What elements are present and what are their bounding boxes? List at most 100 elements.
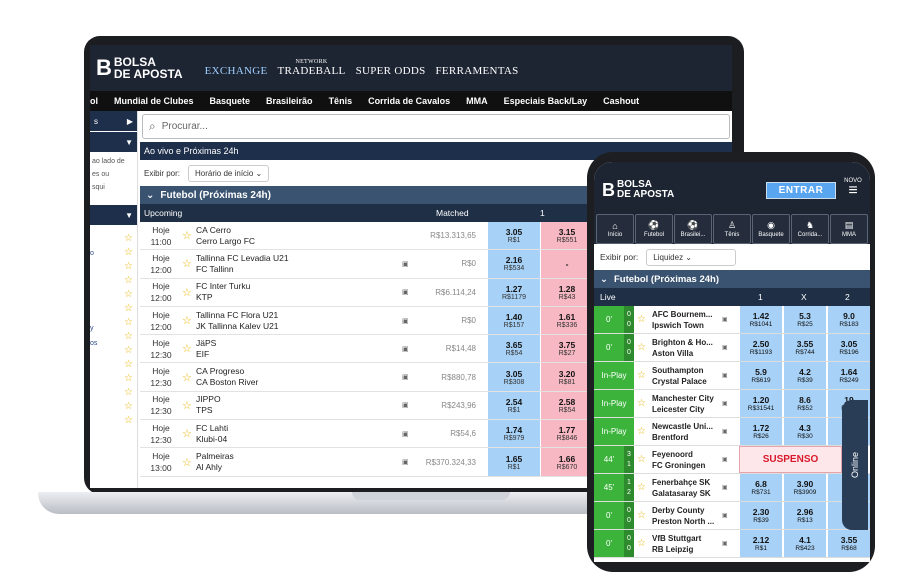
star-icon[interactable]: ☆ [182, 257, 196, 270]
match-teams[interactable]: Feyenoord FC Groningen [652, 449, 705, 471]
match-teams[interactable]: VfB Stuttgart RB Leipzig [652, 533, 701, 555]
star-icon[interactable]: ☆ [124, 331, 133, 343]
star-icon[interactable]: ☆ [182, 427, 196, 440]
star-icon[interactable]: ☆ [182, 342, 196, 355]
lay-odd[interactable]: 3.20 R$81 [541, 363, 593, 391]
lay-odd[interactable]: 1.61 R$336 [541, 306, 593, 335]
category-item[interactable]: ol [90, 96, 98, 106]
sidebar-link[interactable] [90, 276, 97, 291]
star-icon[interactable]: ☆ [124, 289, 133, 301]
sidebar-bar-1[interactable]: s ▶ [90, 111, 137, 131]
sidebar-link[interactable]: os [90, 336, 97, 351]
star-icon[interactable]: ☆ [637, 454, 646, 465]
star-icon[interactable]: ☆ [124, 373, 133, 385]
back-odd[interactable]: 6.8 R$731 [739, 474, 782, 501]
online-chat-button[interactable]: Online [842, 400, 868, 530]
match-teams[interactable]: CA Progreso CA Boston River [196, 366, 396, 388]
star-icon[interactable]: ☆ [637, 426, 646, 437]
category-item[interactable]: Basquete [210, 96, 251, 106]
star-icon[interactable]: ☆ [182, 399, 196, 412]
match-teams[interactable]: Manchester City Leicester City [652, 393, 714, 415]
back-odd[interactable]: 2.54 R$1 [488, 391, 540, 420]
nav-exchange[interactable]: EXCHANGE [205, 65, 268, 77]
star-icon[interactable]: ☆ [182, 456, 196, 469]
table-row[interactable]: 0' 0 0 ☆ AFC Bournem... Ipswich Town ▣ 1.42 R$10… [594, 306, 870, 334]
match-teams[interactable]: Tallinna FC Levadia U21 FC Tallinn [196, 253, 396, 275]
sport-tab[interactable]: ⚽ Futebol [635, 214, 673, 244]
back-odd[interactable]: 2.96 R$13 [783, 502, 826, 529]
back-odd[interactable]: 1.64 R$249 [827, 362, 870, 389]
match-teams[interactable]: Tallinna FC Flora U21 JK Tallinna Kalev U… [196, 310, 396, 332]
sidebar-link[interactable] [90, 306, 97, 321]
star-icon[interactable]: ☆ [124, 247, 133, 259]
table-row[interactable]: 44'31☆FeyenoordFC Groningen▣1.16SUSPENSO [594, 446, 870, 474]
category-item[interactable]: Corrida de Cavalos [368, 96, 450, 106]
back-odd[interactable]: 5.9 R$619 [739, 362, 782, 389]
sport-tab[interactable]: ◉ Basquete [752, 214, 790, 244]
back-odd[interactable]: 2.30 R$39 [739, 502, 782, 529]
back-odd[interactable]: 3.05 R$196 [827, 334, 870, 361]
nav-superodds[interactable]: SUPER ODDS [356, 65, 426, 77]
sidebar-link[interactable]: y [90, 321, 97, 336]
back-odd[interactable]: 1.72 R$26 [739, 418, 782, 445]
match-teams[interactable]: JäPS EIF [196, 338, 396, 360]
star-icon[interactable]: ☆ [182, 229, 196, 242]
star-icon[interactable]: ☆ [124, 303, 133, 315]
back-odd[interactable]: 2.16 R$534 [488, 250, 540, 278]
nav-tradeball[interactable]: NETWORK TRADEBALL [277, 59, 345, 77]
category-item[interactable]: Especiais Back/Lay [504, 96, 588, 106]
table-row[interactable]: 0' 0 0 ☆ Derby County Preston North ... ▣ 2.30 R… [594, 502, 870, 530]
star-icon[interactable]: ☆ [637, 370, 646, 381]
sidebar-bar-2[interactable]: ▼ [90, 132, 137, 152]
category-item[interactable]: Cashout [603, 96, 639, 106]
back-odd[interactable]: 3.05 R$1 [488, 222, 540, 250]
table-row[interactable]: In-Play ☆ Newcastle Uni... Brentford ▣ 1.72 R$… [594, 418, 870, 446]
back-odd[interactable]: 8.6 R$52 [783, 390, 826, 417]
sidebar-link[interactable] [90, 291, 97, 306]
match-teams[interactable]: JIPPO TPS [196, 394, 396, 416]
sport-tab[interactable]: ▤ MMA [830, 214, 868, 244]
star-icon[interactable]: ☆ [124, 275, 133, 287]
match-teams[interactable]: CA Cerro Cerro Largo FC [196, 225, 396, 247]
back-odd[interactable]: 3.90 R$3909 [783, 474, 826, 501]
back-odd[interactable]: 1.27 R$1179 [488, 278, 540, 306]
search-input[interactable]: ⌕ Procurar... [142, 114, 730, 139]
sport-tab[interactable]: ⌂ Início [596, 214, 634, 244]
star-icon[interactable]: ☆ [637, 538, 646, 549]
back-odd[interactable]: 3.55 R$744 [783, 334, 826, 361]
back-odd[interactable]: 1.40 R$157 [488, 306, 540, 335]
match-teams[interactable]: Brighton & Ho... Aston Villa [652, 337, 713, 359]
back-odd[interactable]: 5.3 R$25 [783, 306, 826, 333]
phone-section-header[interactable]: ⌄ Futebol (Próximas 24h) [594, 270, 870, 288]
match-teams[interactable]: Southampton Crystal Palace [652, 365, 707, 387]
login-button[interactable]: ENTRAR [766, 182, 836, 199]
sidebar-link[interactable] [90, 261, 97, 276]
phone-logo[interactable]: B BOLSA DE APOSTA [602, 180, 674, 200]
sport-tab[interactable]: ⚽ Brasilei... [674, 214, 712, 244]
sport-tab[interactable]: ♞ Corrida... [791, 214, 829, 244]
table-row[interactable]: In-Play ☆ Manchester City Leicester City ▣ 1.… [594, 390, 870, 418]
category-item[interactable]: MMA [466, 96, 488, 106]
category-item[interactable]: Brasileirão [266, 96, 313, 106]
back-odd[interactable]: 2.12 R$1 [739, 530, 782, 557]
star-icon[interactable]: ☆ [124, 345, 133, 357]
back-odd[interactable]: 1.20 R$31541 [739, 390, 782, 417]
sidebar-link[interactable]: o [90, 246, 97, 261]
back-odd[interactable]: 3.55 R$68 [827, 530, 870, 557]
sidebar-link[interactable] [90, 231, 97, 246]
star-icon[interactable]: ☆ [124, 233, 133, 245]
back-odd[interactable]: 1.42 R$1041 [739, 306, 782, 333]
table-row[interactable]: 0' 0 0 ☆ Brighton & Ho... Aston Villa ▣ 2.50 R$1… [594, 334, 870, 362]
lay-odd[interactable]: 1.28 R$43 [541, 278, 593, 306]
logo[interactable]: B BOLSA DE APOSTA [96, 56, 183, 80]
lay-odd[interactable]: 3.15 R$551 [541, 222, 593, 250]
filter-select[interactable]: Horário de início ⌄ [188, 164, 270, 182]
star-icon[interactable]: ☆ [637, 510, 646, 521]
star-icon[interactable]: ☆ [637, 342, 646, 353]
back-odd[interactable]: 3.05 R$308 [488, 363, 540, 391]
star-icon[interactable]: ☆ [182, 286, 196, 299]
match-teams[interactable]: FC Inter Turku KTP [196, 281, 396, 303]
star-icon[interactable]: ☆ [124, 261, 133, 273]
match-teams[interactable]: Palmeiras Al Ahly [196, 451, 396, 473]
match-teams[interactable]: Fenerbahçe SK Galatasaray SK [652, 477, 711, 499]
